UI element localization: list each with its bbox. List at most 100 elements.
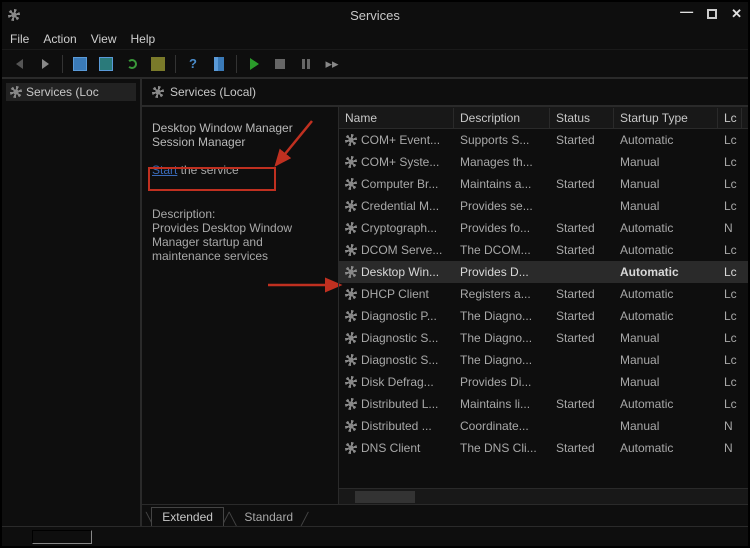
service-row[interactable]: COM+ Syste...Manages th...ManualLc: [339, 151, 748, 173]
service-status-cell: Started: [550, 287, 614, 301]
service-desc-cell: The DCOM...: [454, 243, 550, 257]
start-service-suffix: the service: [177, 163, 238, 177]
toolbar-separator: [236, 55, 237, 73]
refresh-icon: [127, 59, 137, 69]
service-startup-cell: Manual: [614, 177, 718, 191]
window-title: Services: [2, 8, 748, 23]
gear-icon: [152, 86, 164, 98]
stop-service-button[interactable]: [269, 54, 291, 74]
refresh-button[interactable]: [121, 54, 143, 74]
service-list: Name Description Status Startup Type Lc …: [338, 107, 748, 504]
service-row[interactable]: Distributed L...Maintains li...StartedAu…: [339, 393, 748, 415]
properties-icon: [214, 57, 224, 71]
menu-file[interactable]: File: [10, 32, 29, 46]
scrollbar-thumb[interactable]: [355, 491, 415, 503]
header-startup[interactable]: Startup Type: [614, 108, 718, 128]
start-service-button[interactable]: [243, 54, 265, 74]
description-body: Provides Desktop Window Manager startup …: [152, 221, 328, 263]
right-pane: Services (Local) Desktop Window Manager …: [142, 79, 748, 526]
service-logon-cell: Lc: [718, 375, 742, 389]
header-logon[interactable]: Lc: [718, 108, 742, 128]
service-desc-cell: Provides Di...: [454, 375, 550, 389]
stop-icon: [275, 59, 285, 69]
service-startup-cell: Manual: [614, 155, 718, 169]
menu-view[interactable]: View: [91, 32, 117, 46]
service-row[interactable]: Distributed ...Coordinate...ManualN: [339, 415, 748, 437]
service-row[interactable]: Cryptograph...Provides fo...StartedAutom…: [339, 217, 748, 239]
gear-icon: [345, 398, 357, 410]
maximize-button[interactable]: [707, 9, 717, 19]
toolbar-button-2[interactable]: [95, 54, 117, 74]
export-button[interactable]: [147, 54, 169, 74]
service-row[interactable]: Computer Br...Maintains a...StartedManua…: [339, 173, 748, 195]
properties-button[interactable]: [208, 54, 230, 74]
service-row[interactable]: Diagnostic S...The Diagno...ManualLc: [339, 349, 748, 371]
tab-extended[interactable]: Extended: [151, 507, 224, 526]
service-row[interactable]: Diagnostic S... The Diagno...StartedManua…: [339, 327, 748, 349]
service-logon-cell: Lc: [718, 309, 742, 323]
gear-icon: [345, 442, 357, 454]
tree-root[interactable]: Services (Loc: [6, 83, 136, 101]
play-icon: [250, 58, 259, 70]
minimize-button[interactable]: —: [680, 4, 693, 19]
service-status-cell: Started: [550, 221, 614, 235]
service-name-cell: Diagnostic S...: [361, 331, 438, 345]
gear-icon: [345, 376, 357, 388]
service-status-cell: Started: [550, 441, 614, 455]
sheet-icon: [73, 57, 87, 71]
service-logon-cell: N: [718, 221, 742, 235]
service-row[interactable]: COM+ Event...Supports S...StartedAutomat…: [339, 129, 748, 151]
close-button[interactable]: ✕: [731, 6, 742, 22]
menu-help[interactable]: Help: [131, 32, 156, 46]
service-name-cell: Disk Defrag...: [361, 375, 434, 389]
nav-forward-button[interactable]: [34, 54, 56, 74]
gear-icon: [345, 200, 357, 212]
service-name-cell: Diagnostic P...: [361, 309, 437, 323]
arrow-right-icon: [42, 59, 49, 69]
menu-action[interactable]: Action: [43, 32, 76, 46]
service-desc-cell: Provides D...: [454, 265, 550, 279]
start-service-link[interactable]: Start: [152, 163, 177, 177]
service-startup-cell: Automatic: [614, 265, 718, 279]
service-logon-cell: Lc: [718, 287, 742, 301]
pause-service-button[interactable]: [295, 54, 317, 74]
toolbar: ? ▸▸: [2, 50, 748, 78]
service-row[interactable]: DCOM Serve...The DCOM...StartedAutomatic…: [339, 239, 748, 261]
header-status[interactable]: Status: [550, 108, 614, 128]
service-row[interactable]: Credential M...Provides se...ManualLc: [339, 195, 748, 217]
gear-icon: [345, 178, 357, 190]
menu-bar: File Action View Help: [2, 28, 748, 50]
gear-icon: [345, 244, 357, 256]
service-desc-cell: The Diagno...: [454, 331, 550, 345]
tab-standard[interactable]: Standard: [234, 508, 303, 526]
service-name-cell: Cryptograph...: [361, 221, 437, 235]
service-startup-cell: Manual: [614, 419, 718, 433]
service-name-cell: Distributed ...: [361, 419, 432, 433]
service-row[interactable]: Desktop Win...Provides D...AutomaticLc: [339, 261, 748, 283]
service-startup-cell: Manual: [614, 331, 718, 345]
service-startup-cell: Manual: [614, 375, 718, 389]
service-desc-cell: Provides fo...: [454, 221, 550, 235]
toolbar-button-1[interactable]: [69, 54, 91, 74]
service-row[interactable]: Disk Defrag... Provides Di... ManualLc: [339, 371, 748, 393]
service-row[interactable]: DNS ClientThe DNS Cli...StartedAutomatic…: [339, 437, 748, 459]
service-status-cell: Started: [550, 331, 614, 345]
service-desc-cell: The Diagno...: [454, 309, 550, 323]
gear-icon: [345, 310, 357, 322]
horizontal-scrollbar[interactable]: [339, 488, 748, 504]
gear-icon: [345, 266, 357, 278]
service-logon-cell: Lc: [718, 265, 742, 279]
right-header-label: Services (Local): [170, 85, 256, 99]
nav-back-button[interactable]: [8, 54, 30, 74]
header-description[interactable]: Description: [454, 108, 550, 128]
service-row[interactable]: Diagnostic P...The Diagno...StartedAutom…: [339, 305, 748, 327]
service-name-cell: Distributed L...: [361, 397, 438, 411]
restart-service-button[interactable]: ▸▸: [321, 54, 343, 74]
service-name-cell: DNS Client: [361, 441, 420, 455]
header-name[interactable]: Name: [339, 108, 454, 128]
service-row[interactable]: DHCP ClientRegisters a...StartedAutomati…: [339, 283, 748, 305]
tree-pane: Services (Loc: [2, 79, 142, 526]
service-desc-cell: Manages th...: [454, 155, 550, 169]
service-desc-cell: Provides se...: [454, 199, 550, 213]
help-button[interactable]: ?: [182, 54, 204, 74]
